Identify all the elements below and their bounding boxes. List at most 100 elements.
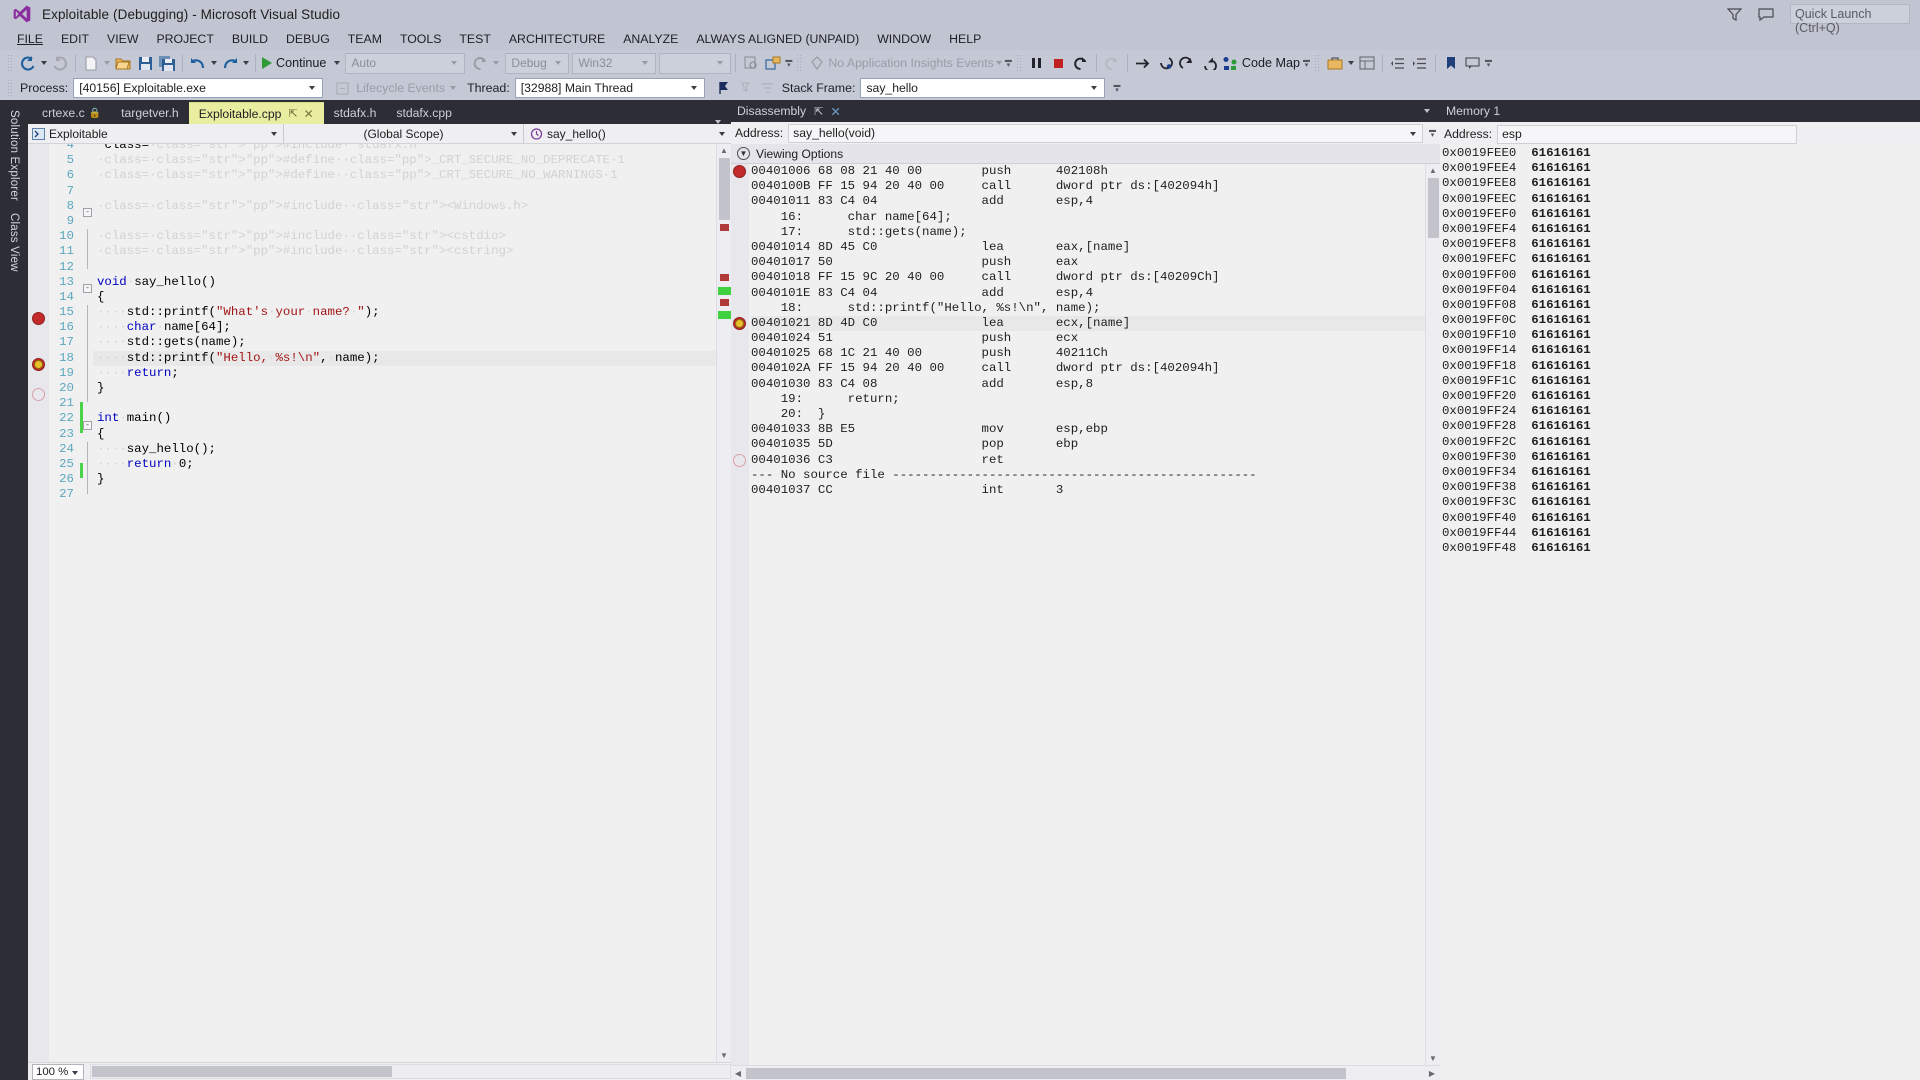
- disassembly-instruction-line[interactable]: 00401006 68 08 21 40 00 push 402108h: [751, 164, 1425, 179]
- find-in-files-icon[interactable]: [740, 52, 762, 74]
- redo-icon[interactable]: [219, 52, 241, 74]
- menu-bar[interactable]: FILE EDIT VIEW PROJECT BUILD DEBUG TEAM …: [0, 28, 1920, 50]
- increase-indent-icon[interactable]: [1409, 52, 1431, 74]
- memory-row[interactable]: 0x0019FEF4 61616161: [1442, 222, 1920, 237]
- decrease-indent-icon[interactable]: [1387, 52, 1409, 74]
- memory-row[interactable]: 0x0019FF04 61616161: [1442, 283, 1920, 298]
- menu-always-aligned[interactable]: ALWAYS ALIGNED (UNPAID): [687, 32, 868, 46]
- solution-platform-combo[interactable]: Win32: [572, 52, 657, 74]
- memory-row[interactable]: 0x0019FF08 61616161: [1442, 298, 1920, 313]
- disassembly-instruction-line[interactable]: 0040101E 83 C4 04 add esp,4: [751, 286, 1425, 301]
- solution-config-combo[interactable]: Debug: [505, 52, 570, 74]
- memory-row[interactable]: 0x0019FEFC 61616161: [1442, 252, 1920, 267]
- code-line[interactable]: ····char·name[64];: [93, 320, 716, 335]
- toolbar-grip[interactable]: [1313, 54, 1321, 72]
- memory-row[interactable]: 0x0019FF38 61616161: [1442, 480, 1920, 495]
- sidebar-item-class-view[interactable]: Class View: [8, 207, 20, 278]
- toolbox-icon[interactable]: [1324, 52, 1346, 74]
- scroll-left-arrow-icon[interactable]: ◀: [731, 1069, 745, 1078]
- memory-row[interactable]: 0x0019FF34 61616161: [1442, 465, 1920, 480]
- doc-tab-stdafx-h[interactable]: stdafx.h: [324, 102, 387, 124]
- navbar-scope-combo[interactable]: (Global Scope): [284, 123, 524, 144]
- pin-icon[interactable]: ⇱: [814, 105, 823, 118]
- doc-tab-targetver-h[interactable]: targetver.h: [111, 102, 189, 124]
- pin-icon[interactable]: ⇱: [288, 107, 297, 120]
- code-line[interactable]: ····std::printf("Hello,·%s!\n",·name);: [93, 350, 716, 366]
- scroll-thumb[interactable]: [1428, 178, 1439, 238]
- navigate-forward-icon[interactable]: [49, 52, 71, 74]
- disassembly-instruction-line[interactable]: 00401025 68 1C 21 40 00 push 40211Ch: [751, 346, 1425, 361]
- viewing-options-bar[interactable]: ▼ Viewing Options: [731, 144, 1440, 164]
- lifecycle-events-icon[interactable]: [331, 77, 353, 99]
- location-overflow-icon[interactable]: ▬ ▾: [1113, 82, 1120, 94]
- code-line[interactable]: ····std::printf("What's·your·name?·");: [93, 305, 716, 320]
- save-all-icon[interactable]: [156, 52, 178, 74]
- scroll-down-arrow-icon[interactable]: ▼: [717, 1051, 731, 1060]
- memory-row[interactable]: 0x0019FF18 61616161: [1442, 359, 1920, 374]
- fold-toggle[interactable]: -: [83, 283, 92, 293]
- scroll-up-arrow-icon[interactable]: ▲: [1426, 166, 1440, 175]
- disassembly-vertical-scrollbar[interactable]: ▲ ▼: [1425, 164, 1440, 1065]
- flag-filter-icon[interactable]: [735, 77, 757, 99]
- disassembly-instruction-line[interactable]: 00401030 83 C4 08 add esp,8: [751, 377, 1425, 392]
- code-line[interactable]: }: [93, 381, 716, 396]
- code-folding-column[interactable]: - - -: [79, 144, 93, 1062]
- memory-row[interactable]: 0x0019FF3C 61616161: [1442, 495, 1920, 510]
- memory-row[interactable]: 0x0019FEE4 61616161: [1442, 161, 1920, 176]
- debug-config-auto-combo[interactable]: Auto: [345, 52, 466, 74]
- menu-project[interactable]: PROJECT: [147, 32, 222, 46]
- disassembly-source-line[interactable]: 18: std::printf("Hello, %s!\n", name);: [751, 301, 1425, 316]
- navbar-member-combo[interactable]: say_hello(): [524, 124, 731, 144]
- app-insights-overflow-icon[interactable]: ▬ ▾: [1005, 57, 1012, 69]
- undo-icon[interactable]: [187, 52, 209, 74]
- hscroll-thumb[interactable]: [92, 1066, 392, 1077]
- menu-architecture[interactable]: ARCHITECTURE: [500, 32, 614, 46]
- code-line[interactable]: }: [93, 472, 716, 487]
- memory-row[interactable]: 0x0019FEF8 61616161: [1442, 237, 1920, 252]
- new-item-icon[interactable]: [80, 52, 102, 74]
- menu-team[interactable]: TEAM: [339, 32, 391, 46]
- memory-row[interactable]: 0x0019FEEC 61616161: [1442, 192, 1920, 207]
- code-map-button[interactable]: Code Map: [1220, 52, 1302, 74]
- memory-row[interactable]: 0x0019FF48 61616161: [1442, 541, 1920, 556]
- comment-icon[interactable]: [1462, 52, 1484, 74]
- restart-dropdown-icon[interactable]: [493, 61, 500, 65]
- memory-panel-header[interactable]: Memory 1: [1440, 100, 1920, 122]
- thread-combo[interactable]: [32988] Main Thread: [514, 78, 705, 98]
- disassembly-source-line[interactable]: 19: return;: [751, 392, 1425, 407]
- document-tab-strip[interactable]: crtexe.c 🔒 targetver.h Exploitable.cpp ⇱…: [28, 100, 731, 124]
- memory-row[interactable]: 0x0019FF44 61616161: [1442, 526, 1920, 541]
- disassembly-address-input[interactable]: say_hello(void): [788, 123, 1423, 143]
- memory-row[interactable]: 0x0019FEF0 61616161: [1442, 207, 1920, 222]
- breakpoint-marker-enabled[interactable]: [32, 312, 45, 326]
- chevron-down-circle-icon[interactable]: ▼: [737, 147, 750, 160]
- menu-analyze[interactable]: ANALYZE: [614, 32, 687, 46]
- menu-file[interactable]: FILE: [8, 32, 52, 46]
- process-combo[interactable]: [40156] Exploitable.exe: [73, 78, 324, 98]
- code-line[interactable]: [93, 214, 716, 229]
- restart-disabled-icon[interactable]: [1101, 52, 1123, 74]
- code-line[interactable]: ····return;: [93, 366, 716, 381]
- breakpoint-marker-current[interactable]: [733, 317, 746, 330]
- continue-button[interactable]: Continue: [260, 52, 332, 74]
- disassembly-instruction-line[interactable]: 00401014 8D 45 C0 lea eax,[name]: [751, 240, 1425, 255]
- toolbar-grip[interactable]: [7, 54, 14, 72]
- step-out-icon[interactable]: [1198, 52, 1220, 74]
- lifecycle-dropdown-icon[interactable]: [450, 86, 457, 90]
- continue-dropdown-icon[interactable]: [334, 61, 341, 65]
- editor-vertical-scrollbar[interactable]: ▲ ▼: [716, 144, 731, 1062]
- menu-help[interactable]: HELP: [940, 32, 990, 46]
- sidebar-item-solution-explorer[interactable]: Solution Explorer: [8, 104, 20, 207]
- show-next-statement-icon[interactable]: [1132, 52, 1154, 74]
- stack-frame-combo[interactable]: say_hello: [860, 78, 1106, 98]
- memory-row[interactable]: 0x0019FEE0 61616161: [1442, 146, 1920, 161]
- disassembly-gutter[interactable]: [731, 164, 749, 1065]
- disassembly-instruction-line[interactable]: 00401033 8B E5 mov esp,ebp: [751, 422, 1425, 437]
- disassembly-instruction-line[interactable]: 00401011 83 C4 04 add esp,4: [751, 194, 1425, 209]
- toolbox-dropdown-icon[interactable]: [1347, 61, 1354, 65]
- filter-icon[interactable]: [1727, 7, 1742, 21]
- code-line[interactable]: ·class=·class="str">"pp">#include··class…: [93, 229, 716, 244]
- disassembly-instruction-line[interactable]: 00401024 51 push ecx: [751, 331, 1425, 346]
- memory-row[interactable]: 0x0019FF28 61616161: [1442, 419, 1920, 434]
- chevron-down-icon[interactable]: [1424, 109, 1430, 113]
